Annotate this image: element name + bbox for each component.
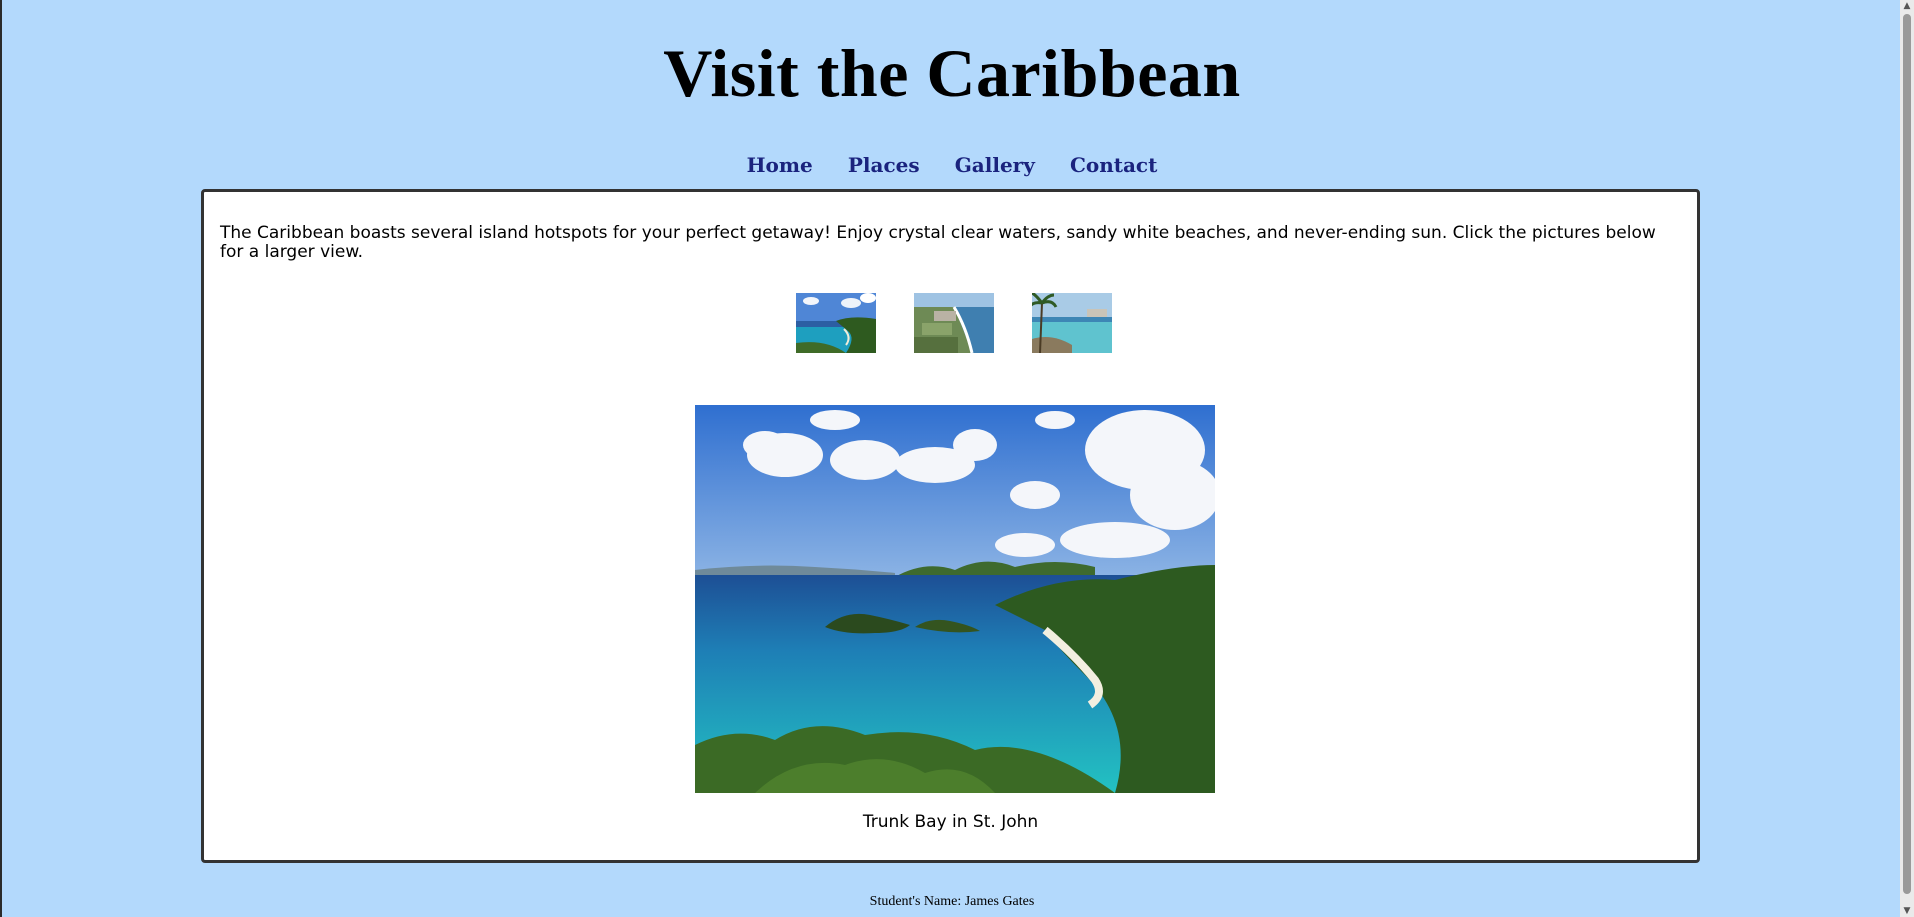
main-gallery-image	[695, 405, 1215, 793]
intro-text: The Caribbean boasts several island hots…	[220, 223, 1656, 262]
thumbnail-trunk-bay[interactable]	[796, 293, 876, 353]
nav-contact-link[interactable]: Contact	[1070, 153, 1157, 177]
content-box: The Caribbean boasts several island hots…	[201, 189, 1700, 863]
nav-gallery-link[interactable]: Gallery	[955, 153, 1035, 177]
footer-student-name: Student's Name: James Gates	[869, 894, 1035, 909]
nav-home-link[interactable]: Home	[747, 153, 813, 177]
nav-places-link[interactable]: Places	[848, 153, 920, 177]
thumbnail-coastline[interactable]	[914, 293, 994, 353]
page-title: Visit the Caribbean	[663, 35, 1241, 111]
main-nav: Home Places Gallery Contact	[2, 153, 1902, 177]
scrollbar-thumb[interactable]	[1903, 14, 1911, 894]
image-caption: Trunk Bay in St. John	[862, 812, 1039, 832]
scroll-up-icon[interactable]: ▲	[1900, 0, 1914, 12]
thumbnail-beach-palm[interactable]	[1032, 293, 1112, 353]
scroll-down-icon[interactable]: ▼	[1900, 905, 1914, 917]
vertical-scrollbar[interactable]: ▲ ▼	[1900, 0, 1914, 917]
